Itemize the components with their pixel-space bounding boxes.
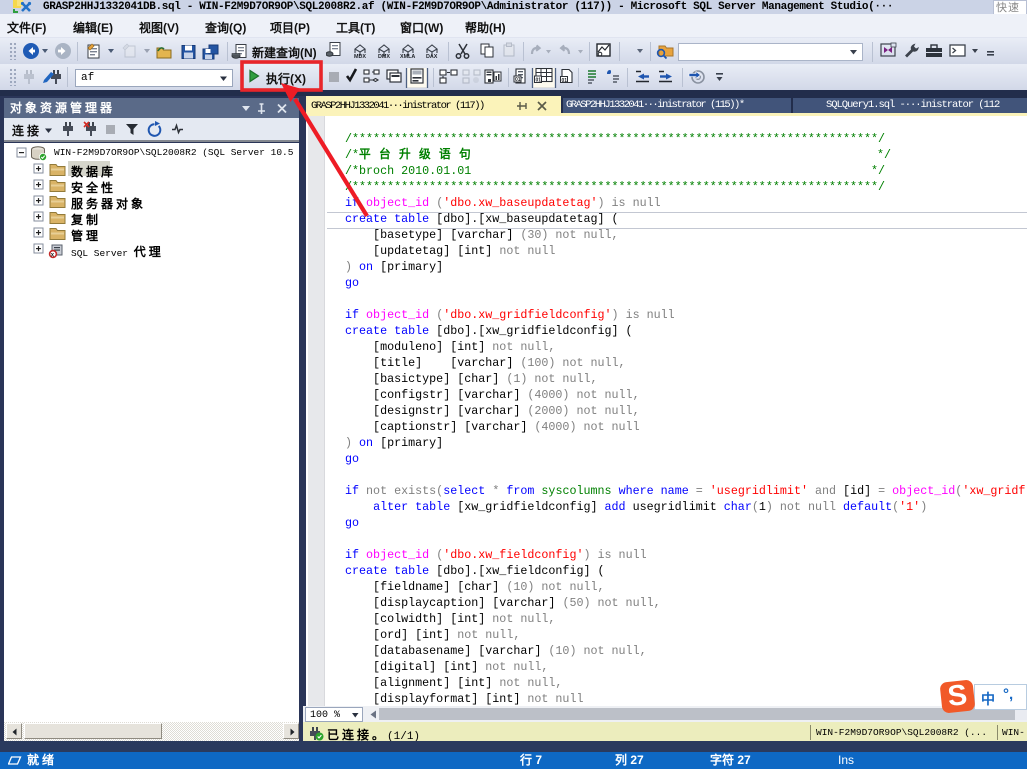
svg-text:XMLA: XMLA [400,54,415,60]
svg-text:01: 01 [562,78,568,84]
svg-text:DMX: DMX [378,54,390,60]
svg-text:01: 01 [515,77,521,83]
svg-text:MDX: MDX [354,54,366,60]
svg-text:DAX: DAX [426,54,438,60]
svg-text:01: 01 [536,78,542,84]
